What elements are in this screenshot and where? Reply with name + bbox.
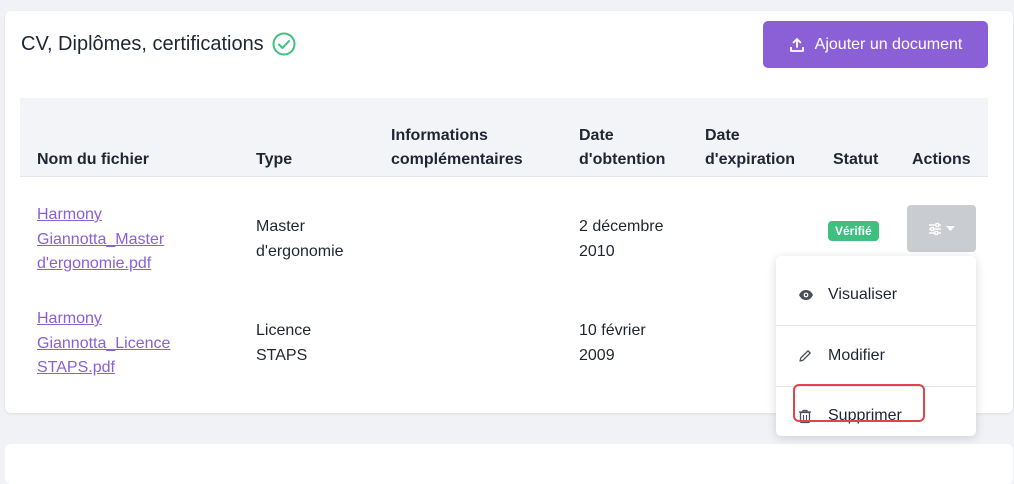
menu-item-edit[interactable]: Modifier xyxy=(776,326,976,386)
date-line: 10 février xyxy=(579,322,646,339)
type-line: Licence xyxy=(256,322,312,339)
file-link-line: Giannotta_Licence xyxy=(37,334,171,352)
header-date-obtention-line2: d'obtention xyxy=(579,151,666,168)
sliders-icon xyxy=(928,222,942,236)
header-date-obtention: Date d'obtention xyxy=(579,124,665,172)
date-obtention-cell: 10 février 2009 xyxy=(579,319,646,368)
status-badge: Vérifié xyxy=(828,221,879,241)
header-date-expiration-line2: d'expiration xyxy=(705,151,796,168)
file-link-line: Harmony xyxy=(37,206,102,223)
type-line: Master xyxy=(256,218,305,235)
actions-dropdown-button[interactable] xyxy=(907,205,976,252)
file-link-line: d'ergonomie.pdf xyxy=(37,255,152,272)
header-filename: Nom du fichier xyxy=(37,151,150,168)
menu-item-view-label: Visualiser xyxy=(828,286,898,303)
header-date-expiration-line1: Date xyxy=(705,127,740,144)
header-date-expiration: Date d'expiration xyxy=(705,124,795,172)
header-status: Statut xyxy=(833,151,879,168)
next-card xyxy=(5,444,1013,484)
file-link-line: STAPS.pdf xyxy=(37,359,115,376)
file-link-line: Harmony xyxy=(37,310,102,327)
type-cell: Master d'ergonomie xyxy=(256,215,344,264)
section-title: CV, Diplômes, certifications xyxy=(21,32,296,56)
file-link-licence[interactable]: Harmony Giannotta_Licence STAPS.pdf xyxy=(37,307,170,381)
caret-down-icon xyxy=(946,225,955,232)
date-line: 2009 xyxy=(579,346,615,364)
header-type: Type xyxy=(256,151,293,168)
header-date-obtention-line1: Date xyxy=(579,127,614,144)
actions-dropdown-menu: Visualiser Modifier Supprimer xyxy=(776,256,976,436)
add-document-label: Ajouter un document xyxy=(814,35,963,53)
date-line: 2 décembre xyxy=(579,218,664,235)
type-line: d'ergonomie xyxy=(256,242,344,260)
eye-icon xyxy=(798,289,828,301)
date-line: 2010 xyxy=(579,242,615,260)
date-obtention-cell: 2 décembre 2010 xyxy=(579,215,664,264)
file-link-master[interactable]: Harmony Giannotta_Master d'ergonomie.pdf xyxy=(37,203,164,277)
header-info-line2: complémentaires xyxy=(391,151,523,168)
menu-item-edit-label: Modifier xyxy=(828,347,885,364)
upload-icon xyxy=(789,37,805,53)
type-line: STAPS xyxy=(256,346,308,364)
file-link-line: Giannotta_Master xyxy=(37,230,165,248)
add-document-button[interactable]: Ajouter un document xyxy=(763,21,988,68)
check-circle-icon xyxy=(272,32,296,56)
header-info-line1: Informations xyxy=(391,127,488,144)
header-info: Informations complémentaires xyxy=(391,124,523,172)
pencil-icon xyxy=(798,349,828,363)
header-actions: Actions xyxy=(912,151,971,168)
delete-highlight-box xyxy=(793,384,925,422)
section-title-text: CV, Diplômes, certifications xyxy=(21,32,264,55)
menu-item-view[interactable]: Visualiser xyxy=(776,265,976,325)
type-cell: Licence STAPS xyxy=(256,319,311,368)
